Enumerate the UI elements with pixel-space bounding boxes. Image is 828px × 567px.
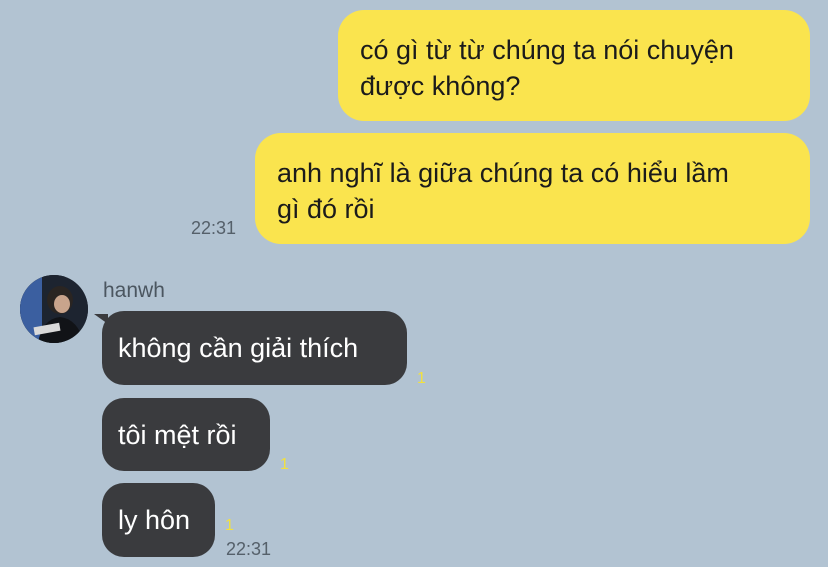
avatar[interactable] [20,275,88,343]
sender-name: hanwh [103,279,165,302]
message-timestamp: 22:31 [191,218,237,238]
unread-count: 1 [225,517,234,534]
message-text: có gì từ từ chúng ta nói chuyện được khô… [360,35,734,101]
message-text: tôi mệt rồi [118,420,237,450]
message-text: ly hôn [118,505,191,535]
message-text: anh nghĩ là giữa chúng ta có hiểu lầm gì… [277,158,729,224]
message-text: không cần giải thích [118,333,359,363]
unread-count: 1 [417,370,426,387]
incoming-message-bubble[interactable]: tôi mệt rồi [102,398,270,471]
incoming-message-bubble[interactable]: ly hôn [102,483,215,557]
outgoing-message-bubble[interactable]: có gì từ từ chúng ta nói chuyện được khô… [338,10,810,121]
profile-photo-icon [20,275,88,343]
outgoing-message-bubble[interactable]: anh nghĩ là giữa chúng ta có hiểu lầm gì… [255,133,810,244]
message-timestamp: 22:31 [226,539,272,559]
unread-count: 1 [280,456,289,473]
incoming-message-bubble[interactable]: không cần giải thích [102,311,407,385]
